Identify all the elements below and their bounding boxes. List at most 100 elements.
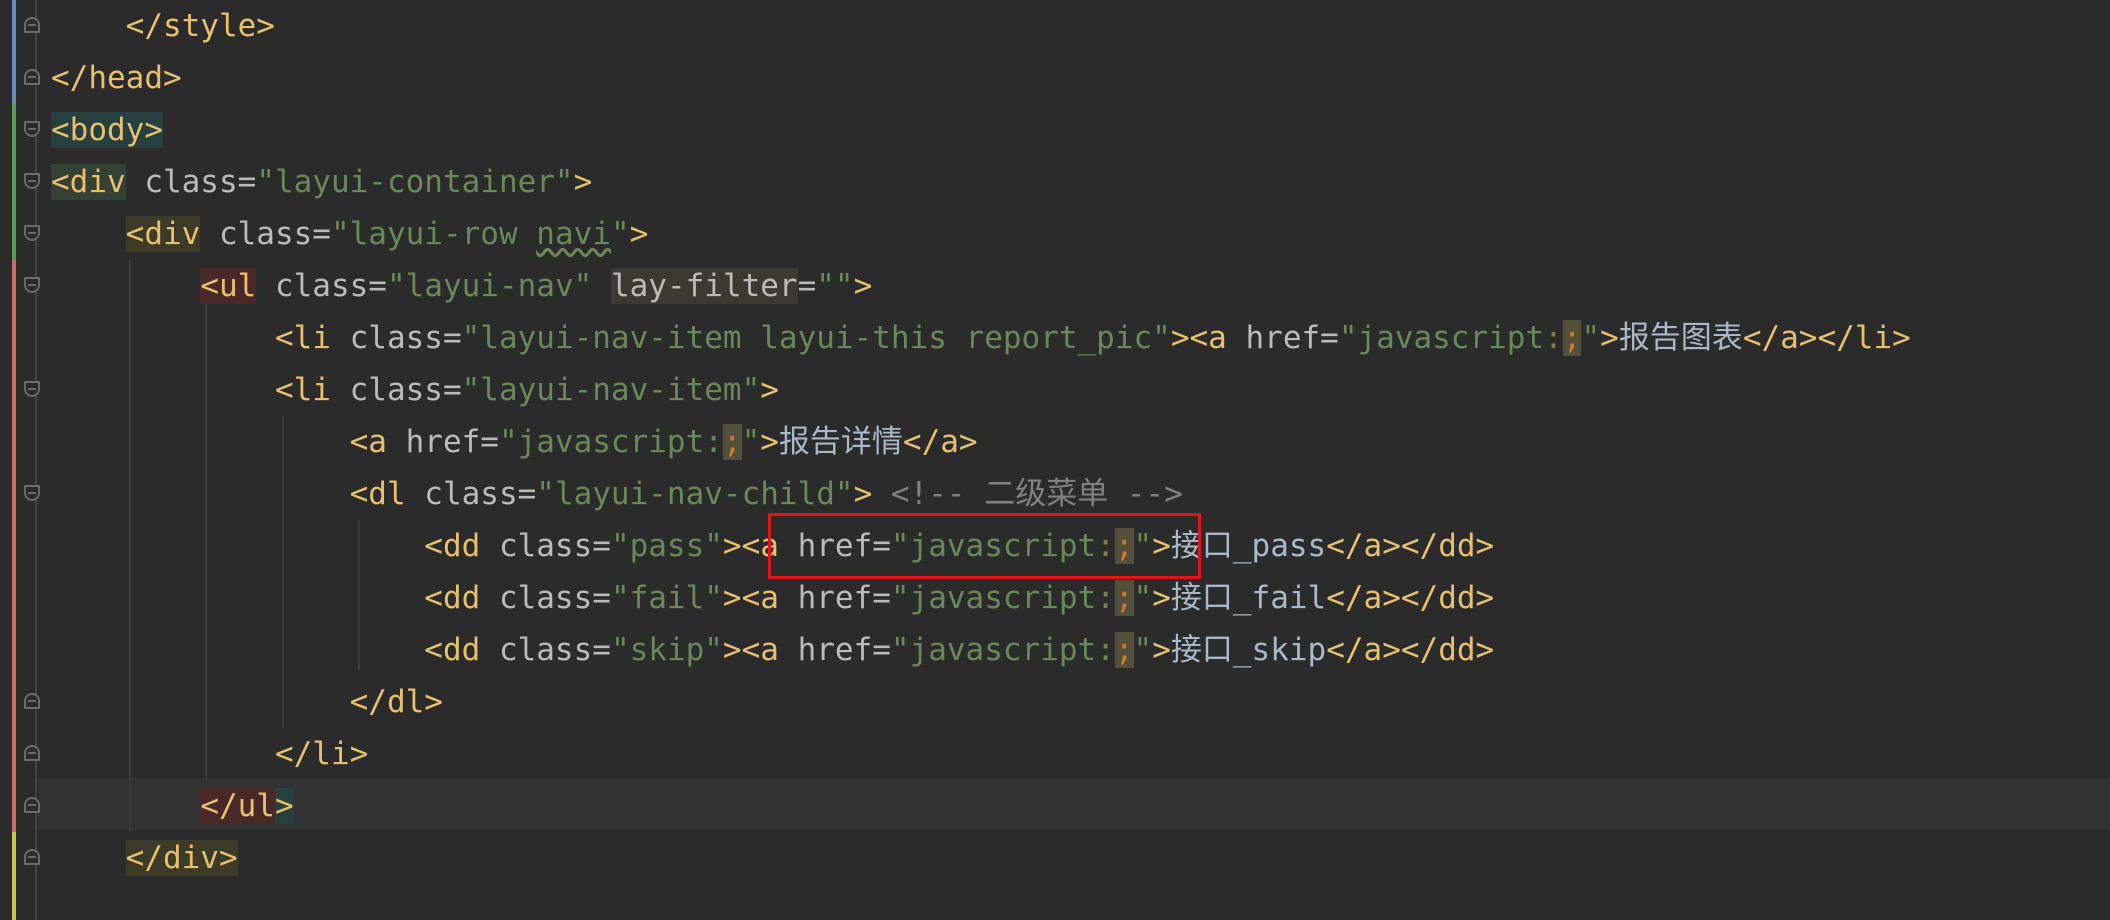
tag-bracket: >: [853, 268, 873, 304]
attribute-value: "javascript:: [890, 632, 1115, 668]
fold-icon[interactable]: [24, 277, 40, 293]
closing-tag: </a>: [902, 424, 978, 460]
attribute-value: ": [610, 216, 630, 252]
attribute-name: href=: [778, 528, 891, 564]
current-line-highlight: [38, 778, 2110, 830]
code-line[interactable]: <dd class="pass"><a href="javascript:;">…: [51, 520, 1494, 572]
code-line[interactable]: </style>: [51, 0, 275, 52]
fold-icon[interactable]: [24, 849, 40, 865]
attribute-value: ": [1581, 320, 1601, 356]
attribute-value: "javascript:: [498, 424, 723, 460]
attribute-value: "fail": [610, 580, 723, 616]
link-text: 接口_skip: [1170, 632, 1327, 668]
html-comment: <!-- 二级菜单 -->: [872, 476, 1183, 512]
attribute-name: class=: [405, 476, 537, 512]
opening-tag: <dd: [424, 580, 481, 616]
equals: =: [797, 268, 817, 304]
attribute-name: class=: [125, 164, 257, 200]
tag-bracket: >: [1152, 528, 1171, 564]
link-text: 报告详情: [778, 424, 903, 460]
attribute-name: href=: [386, 424, 499, 460]
attribute-name: class=: [330, 372, 462, 408]
attribute-name: class=: [480, 580, 611, 616]
opening-tag: <dd: [424, 632, 481, 668]
fold-icon[interactable]: [24, 225, 40, 241]
code-line[interactable]: </dl>: [51, 676, 443, 728]
link-text: 报告图表: [1618, 320, 1743, 356]
opening-tag: <li: [274, 320, 331, 356]
fold-icon[interactable]: [24, 797, 40, 813]
opening-tag: <div: [125, 216, 201, 252]
attribute-value: "javascript:: [1338, 320, 1563, 356]
code-line[interactable]: <dd class="skip"><a href="javascript:;">…: [51, 624, 1494, 676]
attribute-value: "layui-container": [256, 164, 574, 200]
code-line[interactable]: </div>: [51, 832, 238, 884]
attribute-name: href=: [1226, 320, 1339, 356]
tag-bracket: >: [1152, 580, 1171, 616]
change-marker: [12, 0, 16, 104]
tag-bracket: >: [1600, 320, 1619, 356]
fold-icon[interactable]: [24, 17, 40, 33]
semicolon: ;: [1114, 632, 1134, 668]
attribute-name: class=: [480, 632, 611, 668]
opening-tag: <body>: [51, 112, 163, 148]
semicolon: ;: [1562, 320, 1582, 356]
code-line[interactable]: <body>: [51, 104, 163, 156]
code-line[interactable]: <a href="javascript:;">报告详情</a>: [51, 416, 978, 468]
code-line[interactable]: <li class="layui-nav-item layui-this rep…: [51, 312, 1911, 364]
tag-bracket: ><a: [722, 632, 779, 668]
fold-icon[interactable]: [24, 121, 40, 137]
closing-tag: </dl>: [349, 684, 443, 720]
attribute-name: href=: [778, 632, 891, 668]
fold-icon[interactable]: [24, 693, 40, 709]
tag-bracket: >: [1152, 632, 1171, 668]
opening-tag: <dd: [424, 528, 481, 564]
attribute-value: "layui-row: [330, 216, 537, 252]
opening-tag: <li: [274, 372, 331, 408]
attribute-value: ": [1133, 528, 1153, 564]
code-line[interactable]: <li class="layui-nav-item">: [51, 364, 779, 416]
code-line[interactable]: <ul class="layui-nav" lay-filter="">: [51, 260, 872, 312]
attribute-value: "layui-nav-item": [461, 372, 761, 408]
code-line[interactable]: </li>: [51, 728, 368, 780]
tag-bracket: >: [274, 788, 294, 824]
attribute-name: class=: [256, 268, 387, 304]
closing-tag: </style>: [125, 8, 275, 44]
code-line[interactable]: <dd class="fail"><a href="javascript:;">…: [51, 572, 1494, 624]
attribute-value: "layui-nav-child": [536, 476, 854, 512]
code-line[interactable]: <div class="layui-container">: [51, 156, 592, 208]
attribute-value: ": [1133, 580, 1153, 616]
fold-icon[interactable]: [24, 485, 40, 501]
tag-bracket: >: [760, 424, 779, 460]
code-line[interactable]: </head>: [51, 52, 182, 104]
opening-tag: <a: [349, 424, 387, 460]
tag-bracket: ><a: [1170, 320, 1227, 356]
closing-tag: </head>: [51, 60, 182, 96]
tag-bracket: >: [629, 216, 649, 252]
attribute-name: href=: [778, 580, 891, 616]
fold-icon[interactable]: [24, 69, 40, 85]
fold-icon[interactable]: [24, 745, 40, 761]
semicolon: ;: [1114, 528, 1134, 564]
tag-bracket: ><a: [722, 528, 779, 564]
code-editor[interactable]: </style> </head> <body> <div class="layu…: [0, 0, 2110, 920]
semicolon: ;: [1114, 580, 1134, 616]
attribute-value: "pass": [610, 528, 723, 564]
code-line[interactable]: <dl class="layui-nav-child"> <!-- 二级菜单 -…: [51, 468, 1183, 520]
fold-icon[interactable]: [24, 173, 40, 189]
fold-icon[interactable]: [24, 381, 40, 397]
attribute-name: class=: [480, 528, 611, 564]
code-line-current[interactable]: </ul>: [51, 780, 294, 832]
link-text: 接口_pass: [1170, 528, 1327, 564]
closing-tag: </a></dd>: [1326, 528, 1495, 564]
code-line[interactable]: <div class="layui-row navi">: [51, 208, 648, 260]
